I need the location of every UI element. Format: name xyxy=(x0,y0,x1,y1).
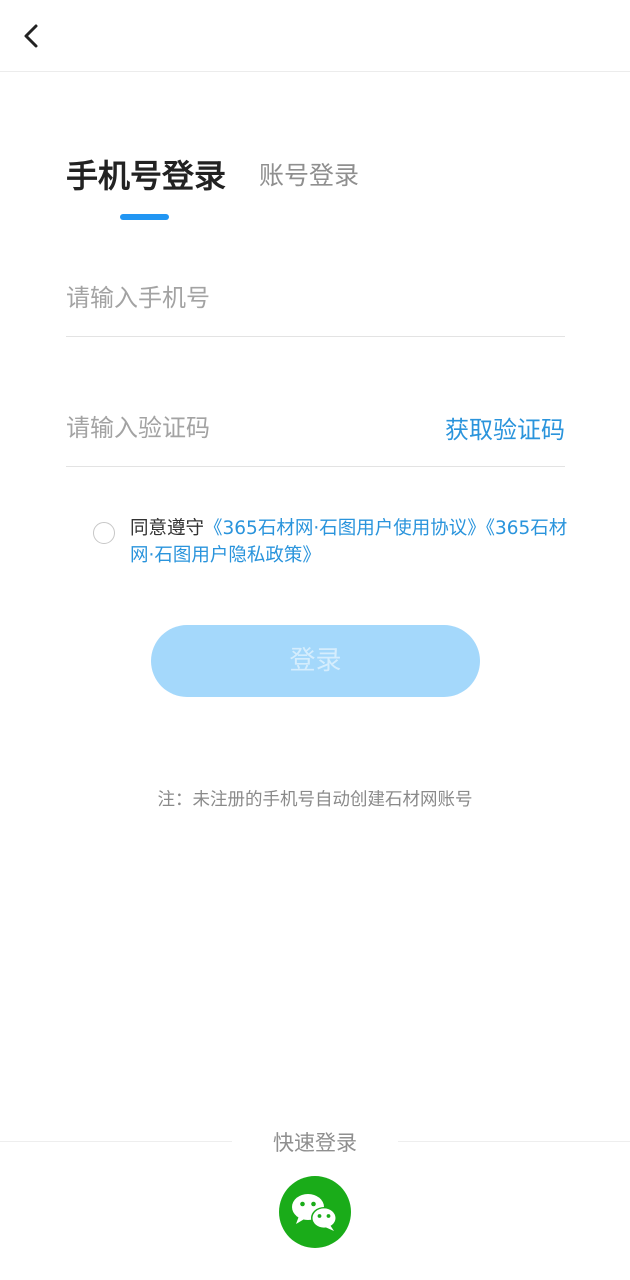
agreement-checkbox[interactable] xyxy=(93,522,115,544)
tab-account-login[interactable]: 账号登录 xyxy=(259,152,359,200)
wechat-login-button[interactable] xyxy=(279,1176,351,1248)
chevron-left-icon xyxy=(24,24,38,48)
quick-login-divider-left xyxy=(0,1141,232,1142)
quick-login-divider-right xyxy=(398,1141,630,1142)
code-input-row: 获取验证码 xyxy=(66,396,565,467)
quick-login-title: 快速登录 xyxy=(273,1131,357,1155)
active-tab-indicator xyxy=(120,214,169,220)
user-agreement-link[interactable]: 《365石材网·石图用户使用协议》 xyxy=(204,518,486,539)
tab-phone-login[interactable]: 手机号登录 xyxy=(66,152,226,200)
phone-input[interactable] xyxy=(66,266,565,330)
registration-note: 注：未注册的手机号自动创建石材网账号 xyxy=(157,790,473,810)
wechat-icon xyxy=(292,1194,337,1231)
phone-input-row xyxy=(66,266,565,337)
verification-code-input[interactable] xyxy=(66,396,406,460)
back-button[interactable] xyxy=(10,14,54,58)
agreement-text: 同意遵守《365石材网·石图用户使用协议》《365石材网·石图用户隐私政策》 xyxy=(130,515,570,569)
top-nav-bar xyxy=(0,0,630,72)
get-code-button[interactable]: 获取验证码 xyxy=(445,412,565,448)
agreement-prefix: 同意遵守 xyxy=(130,518,205,539)
login-button[interactable]: 登录 xyxy=(151,625,480,697)
